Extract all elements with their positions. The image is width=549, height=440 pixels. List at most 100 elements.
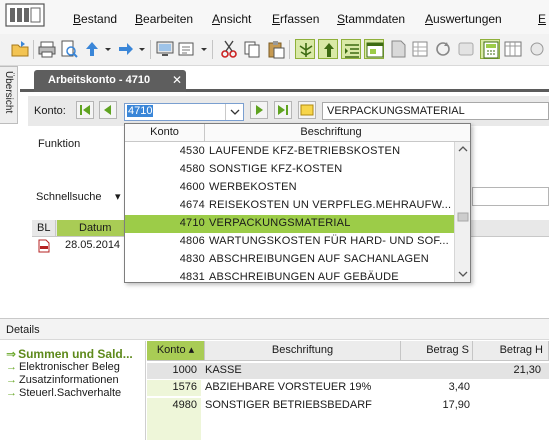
first-record-button[interactable] (76, 101, 94, 119)
menu-bar: Bestand Bearbeiten Ansicht Erfassen Stam… (0, 0, 549, 34)
menu-auswertungen[interactable]: Auswertungen (425, 12, 502, 26)
column-bl[interactable]: BL (32, 220, 56, 236)
document-icon[interactable] (388, 39, 408, 59)
forward-arrow-icon[interactable] (116, 39, 136, 59)
option-text: WARTUNGSKOSTEN FÜR HARD- UND SOF... (209, 235, 449, 247)
window-layout-icon[interactable] (364, 39, 384, 59)
account-card-button[interactable] (298, 101, 316, 119)
menu-erfassen[interactable]: Erfassen (272, 12, 319, 26)
previous-record-button[interactable] (99, 101, 117, 119)
grid-list-icon[interactable] (410, 39, 430, 59)
dropdown-option[interactable]: 4831 ABSCHREIBUNGEN AUF GEBÄUDE (125, 269, 456, 283)
menu-ansicht[interactable]: Ansicht (212, 12, 251, 26)
print-preview-icon[interactable] (59, 39, 79, 59)
details-nav-beleg[interactable]: → Elektronischer Beleg (6, 361, 120, 373)
details-title: Details (6, 324, 40, 336)
dropdown-option[interactable]: 4600 WERBEKOSTEN (125, 179, 456, 197)
toolbar-separator (33, 40, 34, 59)
arrow-right-icon: → (6, 361, 17, 373)
chevron-down-icon[interactable]: ▾ (115, 190, 121, 203)
chevron-down-icon[interactable] (103, 39, 113, 59)
column-betrag-s[interactable]: Betrag S (401, 341, 473, 360)
column-datum-label: Datum (79, 222, 112, 234)
table-row[interactable]: 1000 KASSE 21,30 (147, 363, 549, 379)
option-text: ABSCHREIBUNGEN AUF GEBÄUDE (209, 271, 399, 283)
calculator-icon[interactable] (480, 39, 500, 59)
arrow-up-icon[interactable] (318, 39, 338, 59)
table-row[interactable]: 1576 ABZIEHBARE VORSTEUER 19% 3,40 (147, 380, 549, 396)
close-icon[interactable]: ✕ (172, 73, 182, 87)
dropdown-option[interactable]: 4674 REISEKOSTEN UN VERPFLEG.MEHRAUFW... (125, 197, 456, 215)
details-nav: ⇒ Summen und Sald... → Elektronischer Bele… (0, 341, 146, 440)
export-icon[interactable] (177, 39, 197, 59)
list-indent-icon[interactable] (341, 39, 361, 59)
copy-icon[interactable] (242, 39, 262, 59)
cell-beschriftung: KASSE (205, 364, 242, 376)
dropdown-column-konto[interactable]: Konto (125, 124, 205, 141)
chevron-down-icon[interactable] (225, 104, 243, 120)
column-konto-label: Konto (156, 344, 186, 356)
chevron-down-icon[interactable] (199, 39, 209, 59)
upload-arrow-icon[interactable] (82, 39, 102, 59)
toolbar-separator (212, 40, 213, 59)
option-text: ABSCHREIBUNGEN AUF SACHANLAGEN (209, 253, 429, 265)
more-icon[interactable] (527, 39, 547, 59)
datum-cell: 28.05.2014 (65, 239, 121, 251)
column-beschriftung[interactable]: Beschriftung (205, 341, 401, 360)
side-tab-uebersicht[interactable]: Übersicht (0, 66, 18, 124)
option-konto: 4830 (179, 253, 205, 265)
table-icon[interactable] (503, 39, 523, 59)
next-record-button[interactable] (250, 101, 268, 119)
cell-beschriftung: ABZIEHBARE VORSTEUER 19% (205, 381, 372, 393)
tree-structure-icon[interactable] (295, 39, 315, 59)
quick-search-input[interactable] (472, 187, 549, 206)
dropdown-option[interactable]: 4806 WARTUNGSKOSTEN FÜR HARD- UND SOF... (125, 233, 456, 251)
cell-betrag-s: 3,40 (448, 381, 470, 393)
last-record-button[interactable] (274, 101, 292, 119)
option-konto: 4806 (179, 235, 205, 247)
menu-e[interactable]: E (538, 12, 546, 26)
menu-bearbeiten[interactable]: Bearbeiten (135, 12, 193, 26)
details-nav-zusatzinformationen[interactable]: → Zusatzinformationen (6, 374, 119, 386)
menu-bestand[interactable]: Bestand (73, 12, 117, 26)
dropdown-column-beschriftung[interactable]: Beschriftung (206, 124, 456, 141)
table-row[interactable]: 4980 SONSTIGER BETRIEBSBEDARF 17,90 (147, 398, 549, 414)
print-icon[interactable] (37, 39, 57, 59)
app-logo-icon[interactable] (4, 2, 48, 28)
table-row[interactable]: 28.05.2014 (32, 238, 125, 254)
paste-icon[interactable] (266, 39, 286, 59)
details-nav-summen[interactable]: ⇒ Summen und Sald... (6, 347, 133, 361)
dropdown-option[interactable]: 4530 LAUFENDE KFZ-BETRIEBSKOSTEN (125, 143, 456, 161)
option-text: LAUFENDE KFZ-BETRIEBSKOSTEN (209, 145, 401, 157)
column-betrag-h[interactable]: Betrag H (473, 341, 549, 360)
column-datum[interactable]: Datum (57, 220, 132, 236)
toolbar-separator (150, 40, 151, 59)
open-folder-icon[interactable] (10, 39, 30, 59)
arrow-right-icon: ⇒ (6, 347, 17, 361)
column-konto[interactable]: Konto ▴ (147, 341, 205, 360)
dropdown-option-selected[interactable]: 4710 VERPACKUNGSMATERIAL (125, 215, 456, 233)
dropdown-option[interactable]: 4830 ABSCHREIBUNGEN AUF SACHANLAGEN (125, 251, 456, 269)
dropdown-option[interactable]: 4580 SONSTIGE KFZ-KOSTEN (125, 161, 456, 179)
details-nav-steuerl[interactable]: → Steuerl.Sachverhalte (6, 387, 121, 399)
arrow-right-icon: → (6, 374, 17, 386)
tab-arbeitskonto[interactable]: Arbeitskonto - 4710 ✕ (34, 70, 186, 92)
dropdown-scrollbar[interactable] (454, 142, 470, 282)
monitor-icon[interactable] (155, 39, 175, 59)
cut-icon[interactable] (219, 39, 239, 59)
refresh-icon[interactable] (433, 39, 453, 59)
details-nav-label: Summen und Sald... (18, 347, 133, 361)
funktion-label: Funktion (38, 138, 81, 150)
summen-grid-header: Konto ▴ Beschriftung Betrag S Betrag H (147, 341, 549, 361)
konto-description-field[interactable]: VERPACKUNGSMATERIAL (322, 102, 549, 120)
blank-box-icon[interactable] (456, 39, 476, 59)
arrow-right-icon: → (6, 387, 17, 399)
menu-stammdaten[interactable]: Stammdaten (337, 12, 405, 26)
konto-combobox[interactable]: 4710 (124, 103, 244, 121)
option-text: VERPACKUNGSMATERIAL (209, 217, 351, 229)
konto-dropdown-list[interactable]: Konto Beschriftung 4530 LAUFENDE KFZ-BET… (124, 123, 471, 283)
toolbar (0, 34, 549, 66)
chevron-down-icon[interactable] (137, 39, 147, 59)
details-header: Details (0, 318, 549, 340)
option-konto: 4530 (179, 145, 205, 157)
